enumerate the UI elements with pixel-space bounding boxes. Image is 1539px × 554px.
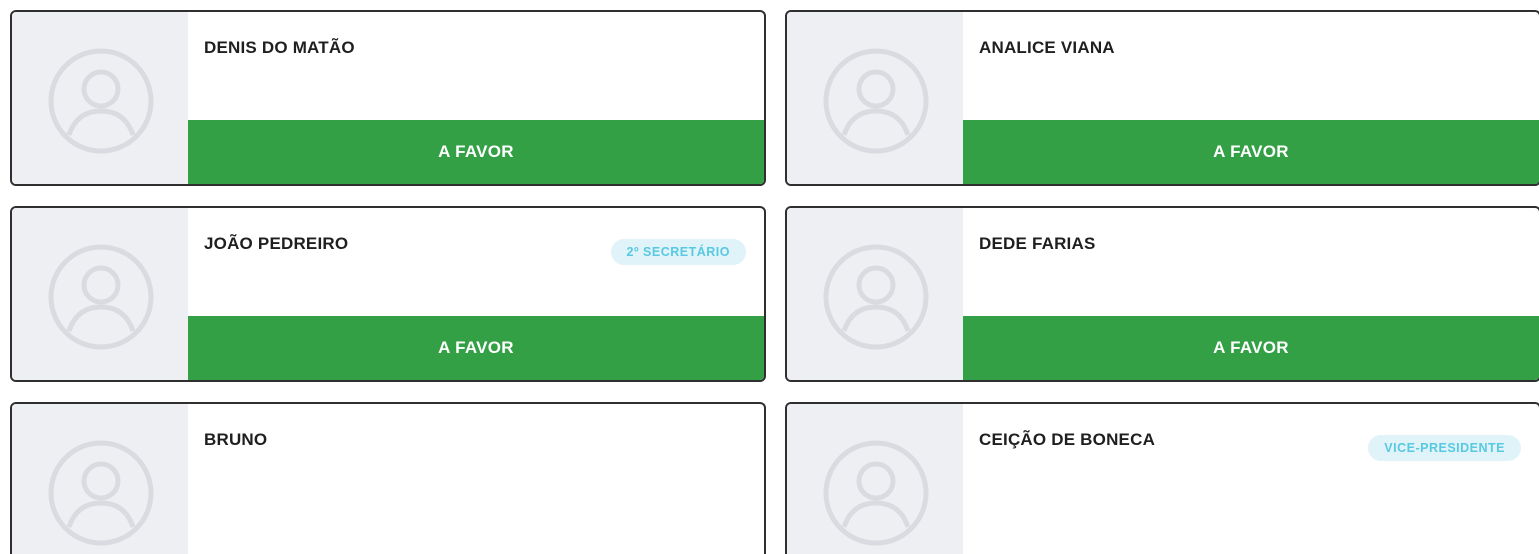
member-name: DENIS DO MATÃO: [204, 38, 355, 57]
user-avatar-icon: [48, 48, 154, 154]
avatar: [12, 12, 188, 184]
user-avatar-icon: [823, 440, 929, 546]
user-avatar-icon: [48, 244, 154, 350]
member-vote-grid: DENIS DO MATÃO A FAVOR ANALICE VIANA A F…: [0, 0, 1539, 554]
member-card[interactable]: ANALICE VIANA A FAVOR: [785, 10, 1539, 186]
member-name: JOÃO PEDREIRO: [204, 234, 349, 253]
vote-status-favor: A FAVOR: [188, 316, 764, 380]
user-avatar-icon: [823, 244, 929, 350]
user-avatar-icon: [48, 440, 154, 546]
vote-status-favor: A FAVOR: [963, 120, 1539, 184]
member-name: ANALICE VIANA: [979, 38, 1115, 57]
member-card[interactable]: BRUNO: [10, 402, 766, 554]
member-card[interactable]: CEIÇÃO DE BONECA VICE-PRESIDENTE: [785, 402, 1539, 554]
member-name: CEIÇÃO DE BONECA: [979, 430, 1156, 449]
role-badge: 2º SECRETÁRIO: [610, 239, 746, 265]
avatar: [787, 404, 963, 554]
avatar: [12, 208, 188, 380]
avatar: [787, 208, 963, 380]
avatar: [787, 12, 963, 184]
avatar: [12, 404, 188, 554]
vote-status-favor: A FAVOR: [188, 120, 764, 184]
member-card[interactable]: JOÃO PEDREIRO 2º SECRETÁRIO A FAVOR: [10, 206, 766, 382]
member-card[interactable]: DENIS DO MATÃO A FAVOR: [10, 10, 766, 186]
user-avatar-icon: [823, 48, 929, 154]
member-card[interactable]: DEDE FARIAS A FAVOR: [785, 206, 1539, 382]
role-badge: VICE-PRESIDENTE: [1368, 435, 1521, 461]
vote-status-favor: A FAVOR: [963, 316, 1539, 380]
member-name: DEDE FARIAS: [979, 234, 1096, 253]
member-name: BRUNO: [204, 430, 268, 449]
